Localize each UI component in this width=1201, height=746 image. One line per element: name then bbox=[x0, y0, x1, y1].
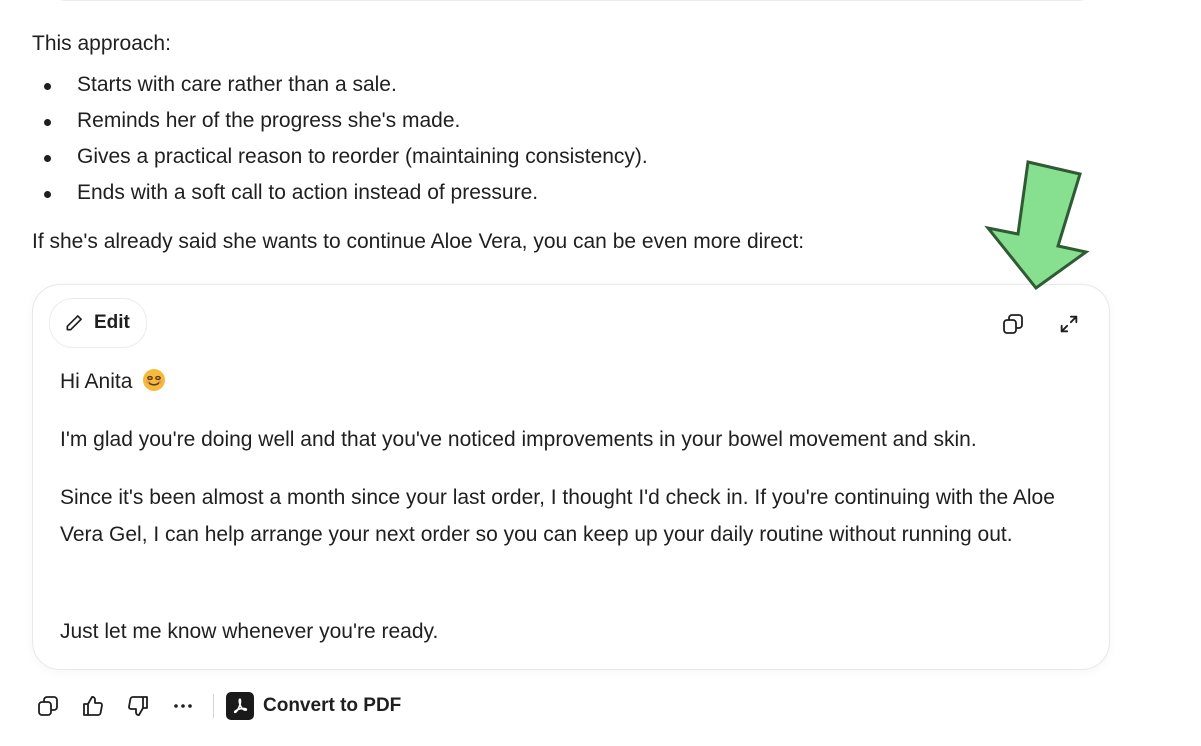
pencil-icon bbox=[66, 315, 82, 331]
draft-paragraph: Just let me know whenever you're ready. bbox=[60, 620, 439, 643]
response-followup: If she's already said she wants to conti… bbox=[32, 230, 805, 253]
thumbs-down-icon bbox=[128, 696, 148, 716]
list-item: Starts with care rather than a sale. bbox=[0, 70, 900, 106]
expand-button[interactable] bbox=[1051, 306, 1087, 342]
copy-icon bbox=[38, 696, 58, 716]
list-item: Reminds her of the progress she's made. bbox=[0, 106, 900, 142]
draft-greeting: Hi Anita bbox=[60, 363, 1090, 400]
convert-to-pdf-label: Convert to PDF bbox=[263, 695, 402, 716]
response-intro: This approach: bbox=[32, 32, 171, 55]
copy-button[interactable] bbox=[995, 306, 1031, 342]
response-points: Starts with care rather than a sale. Rem… bbox=[0, 70, 900, 214]
draft-message-card: Edit Hi Anita I'm glad you're doing well… bbox=[32, 284, 1110, 670]
action-divider bbox=[213, 694, 214, 718]
more-options-button[interactable] bbox=[165, 688, 201, 724]
expand-icon bbox=[1060, 315, 1078, 333]
greeting-text: Hi Anita bbox=[60, 370, 133, 393]
copy-response-button[interactable] bbox=[30, 688, 66, 724]
draft-paragraph: Since it's been almost a month since you… bbox=[60, 486, 1055, 546]
list-item: Gives a practical reason to reorder (mai… bbox=[0, 142, 900, 178]
green-arrow-annotation bbox=[984, 160, 1090, 291]
edit-button[interactable]: Edit bbox=[49, 298, 147, 348]
convert-to-pdf-button[interactable]: Convert to PDF bbox=[226, 692, 401, 720]
thumbs-up-icon bbox=[83, 696, 103, 716]
copy-icon bbox=[1003, 314, 1023, 334]
draft-paragraph: I'm glad you're doing well and that you'… bbox=[60, 428, 977, 451]
previous-card-edge bbox=[47, 0, 1097, 1]
message-action-bar: Convert to PDF bbox=[30, 688, 401, 724]
acrobat-icon bbox=[226, 692, 254, 720]
more-icon bbox=[174, 704, 192, 708]
edit-button-label: Edit bbox=[94, 312, 130, 333]
list-item: Ends with a soft call to action instead … bbox=[0, 178, 900, 214]
thumbs-up-button[interactable] bbox=[75, 688, 111, 724]
smiling-face-icon bbox=[143, 369, 166, 391]
thumbs-down-button[interactable] bbox=[120, 688, 156, 724]
